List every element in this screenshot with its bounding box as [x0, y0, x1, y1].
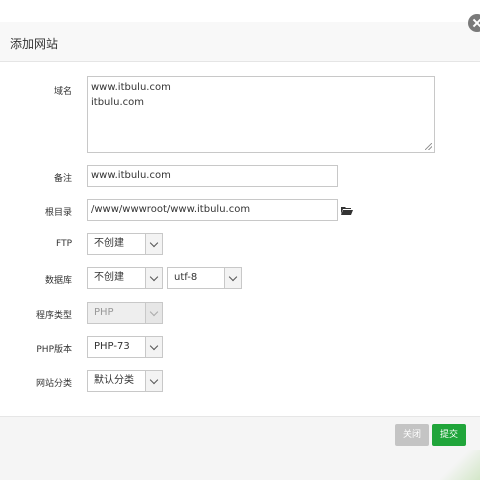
- charset-select[interactable]: utf-8: [167, 267, 242, 289]
- chevron-down-icon: [145, 303, 162, 323]
- chevron-down-icon: [145, 268, 162, 288]
- close-icon[interactable]: [468, 14, 480, 32]
- database-select[interactable]: 不创建: [87, 267, 163, 289]
- corner-decoration: [440, 450, 480, 480]
- domain-textarea[interactable]: www.itbulu.com itbulu.com: [87, 76, 435, 153]
- chevron-down-icon: [145, 234, 162, 254]
- submit-button[interactable]: 提交: [432, 424, 466, 446]
- charset-select-value: utf-8: [174, 272, 198, 283]
- ftp-label: FTP: [56, 239, 72, 249]
- chevron-down-icon: [145, 337, 162, 357]
- dialog-header: 添加网站: [0, 14, 480, 62]
- database-label: 数据库: [44, 276, 72, 286]
- domain-label: 域名: [53, 87, 72, 97]
- ftp-select-value: 不创建: [94, 238, 124, 249]
- site-category-select-value: 默认分类: [94, 375, 134, 386]
- close-button[interactable]: 关闭: [395, 424, 429, 446]
- root-dir-input[interactable]: /www/wwwroot/www.itbulu.com: [87, 199, 338, 221]
- resize-grip-icon[interactable]: [425, 143, 432, 150]
- php-version-label: PHP版本: [36, 345, 72, 355]
- domain-line: www.itbulu.com: [91, 82, 171, 93]
- chevron-down-icon: [224, 268, 241, 288]
- database-select-value: 不创建: [94, 272, 124, 283]
- remark-input[interactable]: www.itbulu.com: [87, 165, 338, 187]
- program-type-select: PHP: [87, 302, 163, 324]
- site-category-select[interactable]: 默认分类: [87, 370, 163, 392]
- php-version-select[interactable]: PHP-73: [87, 336, 163, 358]
- site-category-label: 网站分类: [35, 379, 72, 389]
- dialog-title: 添加网站: [10, 37, 59, 51]
- folder-open-icon[interactable]: [341, 206, 353, 215]
- remark-label: 备注: [53, 174, 72, 184]
- root-dir-label: 根目录: [44, 208, 72, 218]
- program-type-label: 程序类型: [35, 311, 72, 321]
- chevron-down-icon: [145, 371, 162, 391]
- add-site-dialog: 添加网站 域名 www.itbulu.com itbulu.com 备注 www…: [0, 0, 480, 480]
- php-version-select-value: PHP-73: [94, 341, 130, 352]
- program-type-select-value: PHP: [94, 307, 114, 318]
- ftp-select[interactable]: 不创建: [87, 233, 163, 255]
- domain-line: itbulu.com: [91, 97, 145, 108]
